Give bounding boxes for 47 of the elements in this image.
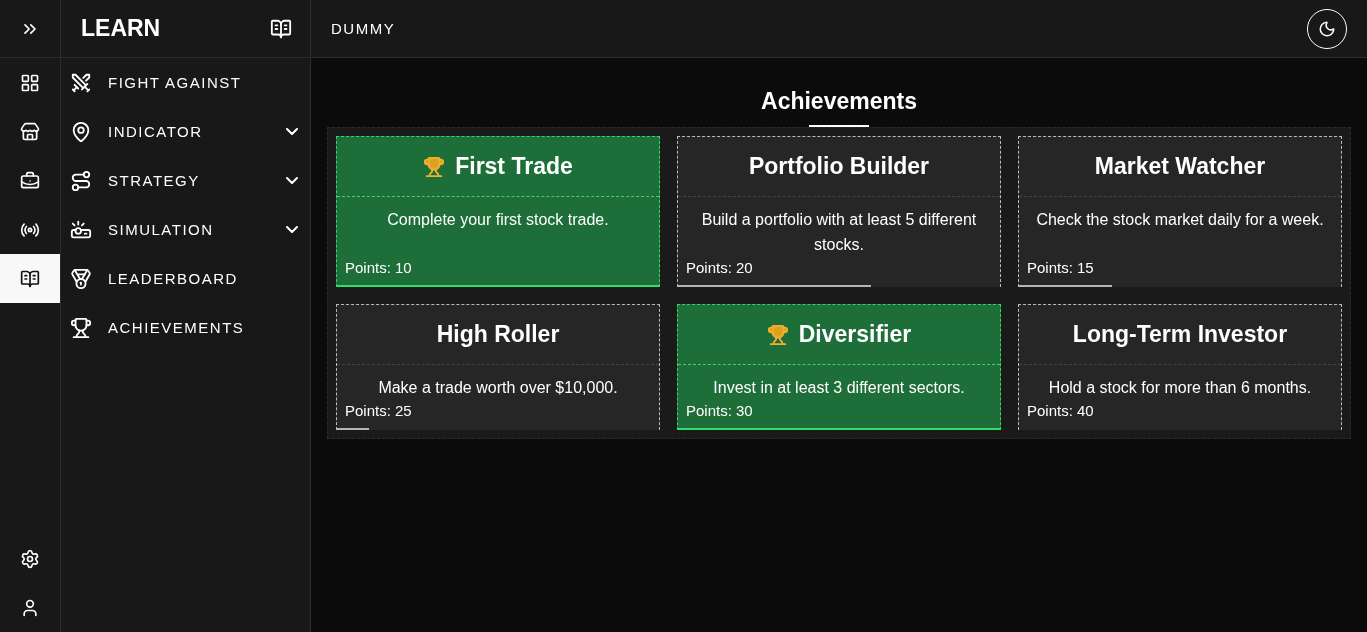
briefcase-icon bbox=[20, 170, 40, 191]
card-description: Hold a stock for more than 6 months. bbox=[1047, 378, 1313, 398]
route-icon bbox=[70, 169, 92, 192]
dashboard-icon bbox=[20, 72, 40, 93]
sidebar-item[interactable]: ACHIEVEMENTS bbox=[61, 303, 310, 352]
card-title: Diversifier bbox=[798, 321, 912, 348]
book-icon bbox=[270, 17, 292, 40]
sidebar-title: LEARN bbox=[81, 15, 161, 42]
points-label: Points: 10 bbox=[344, 258, 413, 278]
chevron-icon bbox=[286, 226, 298, 233]
trophy-icon bbox=[423, 155, 446, 178]
settings-icon bbox=[20, 548, 40, 569]
sidebar-item[interactable]: STRATEGY bbox=[61, 156, 310, 205]
card-title: High Roller bbox=[436, 321, 560, 348]
points-label: Points: 40 bbox=[1026, 401, 1095, 421]
moon-icon bbox=[1318, 19, 1336, 38]
card-description: Build a portfolio with at least 5 different stocks. bbox=[700, 210, 978, 255]
projector-icon bbox=[70, 218, 92, 241]
store-icon bbox=[20, 121, 40, 142]
medal-icon bbox=[70, 267, 92, 290]
chevron-icon bbox=[286, 128, 298, 135]
card-description: Make a trade worth over $10,000. bbox=[377, 378, 619, 398]
card-description: Check the stock market daily for a week. bbox=[1035, 210, 1325, 230]
card-description: Invest in at least 3 different sectors. bbox=[712, 378, 966, 398]
sidebar-item[interactable]: SIMULATION bbox=[61, 205, 310, 254]
user-icon bbox=[20, 597, 40, 618]
card-title: First Trade bbox=[455, 153, 573, 180]
points-label: Points: 25 bbox=[344, 401, 413, 421]
card-title: Market Watcher bbox=[1094, 153, 1266, 180]
points-label: Points: 20 bbox=[685, 258, 754, 278]
swords-icon bbox=[70, 71, 92, 94]
chevron-icon bbox=[286, 177, 298, 184]
map-pin-icon bbox=[70, 120, 92, 143]
card-title: Long-Term Investor bbox=[1072, 321, 1288, 348]
header-title: DUMMY bbox=[331, 20, 396, 37]
sidebar-item[interactable]: FIGHT AGAINST bbox=[61, 58, 310, 107]
trophy-icon bbox=[766, 323, 789, 346]
sidebar-item[interactable]: INDICATOR bbox=[61, 107, 310, 156]
sidebar-item[interactable]: LEADERBOARD bbox=[61, 254, 310, 303]
card-title: Portfolio Builder bbox=[748, 153, 930, 180]
book-icon bbox=[20, 268, 40, 289]
points-label: Points: 15 bbox=[1026, 258, 1095, 278]
trophy-icon bbox=[70, 316, 92, 339]
points-label: Points: 30 bbox=[685, 401, 754, 421]
page-title: Achievements bbox=[761, 88, 917, 116]
card-description: Complete your first stock trade. bbox=[386, 210, 610, 230]
rail-button[interactable] bbox=[0, 254, 60, 303]
